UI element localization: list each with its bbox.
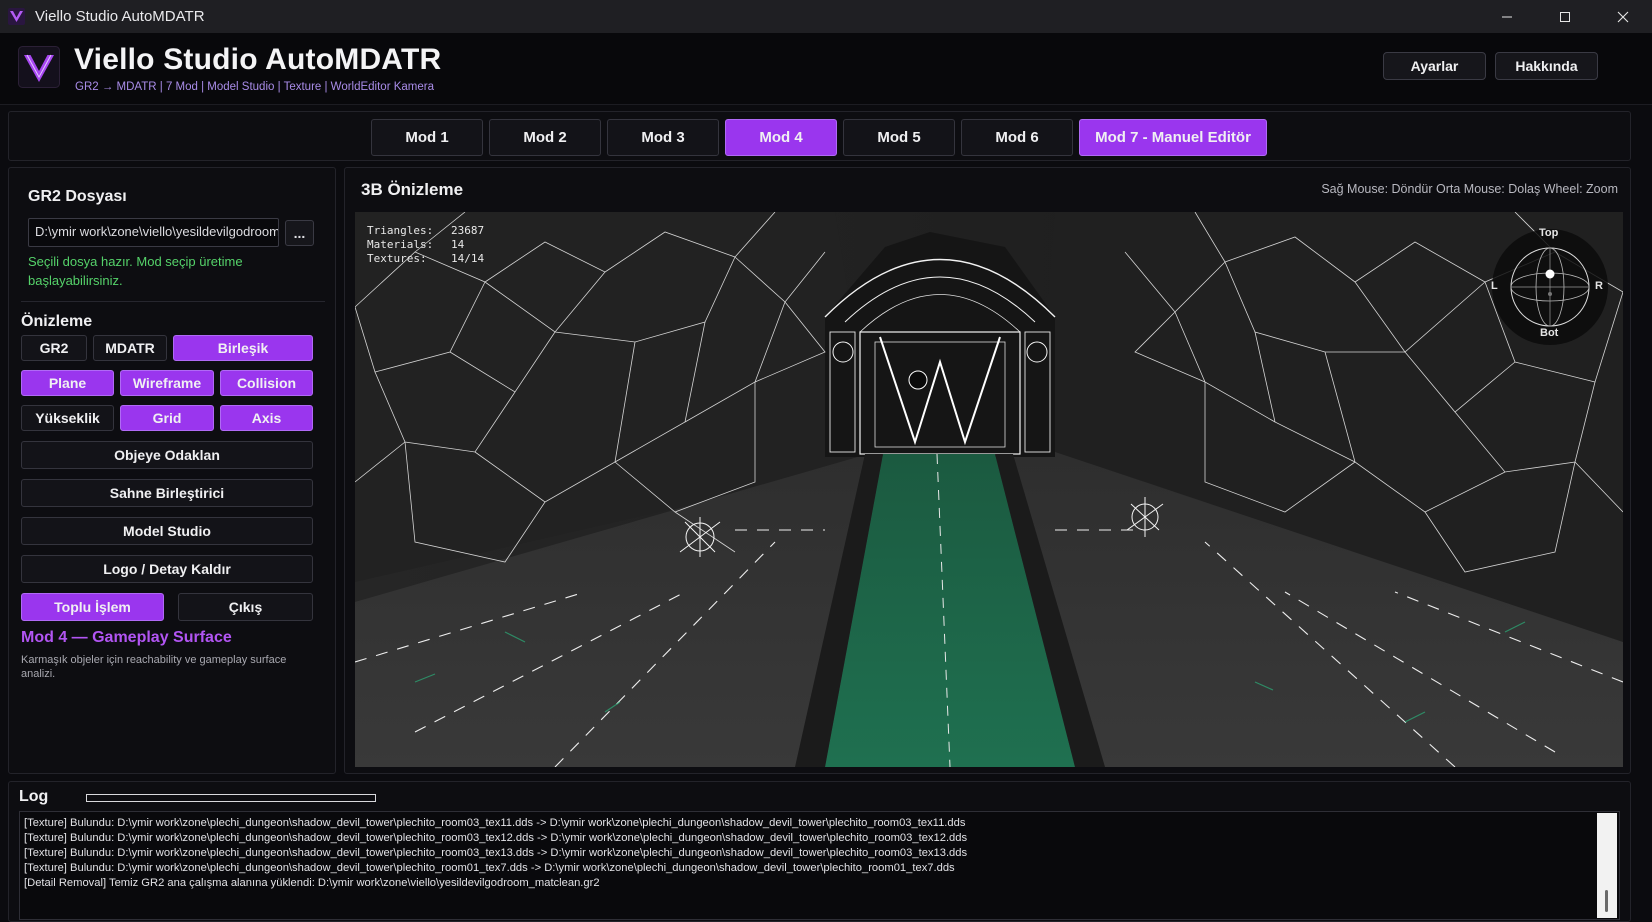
log-line: [Texture] Bulundu: D:\ymir work\zone\ple… [24, 847, 968, 859]
preview-title: 3B Önizleme [361, 180, 464, 199]
stat-value: 14/14 [451, 252, 485, 265]
settings-button[interactable]: Ayarlar [1383, 52, 1486, 80]
tab-mod-6[interactable]: Mod 6 [961, 119, 1073, 156]
section-divider [21, 301, 325, 302]
stat-label: Materials: [367, 238, 434, 251]
window-titlebar: Viello Studio AutoMDATR [0, 0, 1652, 33]
gizmo-top-label[interactable]: Top [1539, 227, 1558, 239]
scene-stats: Triangles: 23687 Materials: 14 Textures: 14… [367, 224, 484, 266]
mode-title: Mod 4 — Gameplay Surface [21, 629, 232, 646]
tab-mod-5[interactable]: Mod 5 [843, 119, 955, 156]
close-button[interactable] [1594, 0, 1652, 33]
gizmo-right-label[interactable]: R [1595, 280, 1603, 292]
close-icon [1617, 11, 1629, 22]
toggle-axis-button[interactable]: Axis [220, 405, 313, 431]
view-combined-button[interactable]: Birleşik [173, 335, 313, 361]
stat-label: Textures: [367, 252, 427, 265]
model-studio-button[interactable]: Model Studio [21, 517, 313, 545]
progress-bar [86, 794, 376, 802]
log-output[interactable]: [Texture] Bulundu: D:\ymir work\zone\ple… [19, 811, 1620, 920]
view-mdatr-button[interactable]: MDATR [93, 335, 167, 361]
stat-row: Textures: 14/14 [367, 252, 484, 266]
scrollbar-thumb[interactable] [1605, 890, 1608, 912]
toggle-wireframe-button[interactable]: Wireframe [120, 370, 214, 396]
app-header: Viello Studio AutoMDATR GR2 → MDATR | 7 … [0, 33, 1652, 105]
focus-object-button[interactable]: Objeye Odaklan [21, 441, 313, 469]
gr2-file-path-input[interactable]: D:\ymir work\zone\viello\yesildevilgodro… [28, 218, 279, 247]
minimize-icon [1502, 16, 1512, 17]
mode-bar: Mod 1 Mod 2 Mod 3 Mod 4 Mod 5 Mod 6 Mod … [8, 111, 1631, 161]
app-title: Viello Studio AutoMDATR [74, 43, 442, 76]
gizmo-left-label[interactable]: L [1491, 280, 1498, 292]
tab-mod-4[interactable]: Mod 4 [725, 119, 837, 156]
window-title: Viello Studio AutoMDATR [35, 8, 205, 25]
toggle-grid-button[interactable]: Grid [120, 405, 214, 431]
orientation-gizmo[interactable]: Top Bot L R [1487, 224, 1613, 350]
stat-row: Materials: 14 [367, 238, 484, 252]
file-heading: GR2 Dosyası [28, 188, 127, 205]
scene-render [355, 212, 1623, 767]
toggle-height-button[interactable]: Yükseklik [21, 405, 114, 431]
mouse-hints: Sağ Mouse: Döndür Orta Mouse: Dolaş Whee… [1321, 182, 1618, 196]
tab-mod-3[interactable]: Mod 3 [607, 119, 719, 156]
preview-heading: Önizleme [21, 313, 93, 330]
view-gr2-button[interactable]: GR2 [21, 335, 87, 361]
log-line: [Texture] Bulundu: D:\ymir work\zone\ple… [24, 862, 955, 874]
log-panel: Log [Texture] Bulundu: D:\ymir work\zone… [8, 781, 1631, 922]
stat-label: Triangles: [367, 224, 434, 237]
log-line: [Detail Removal] Temiz GR2 ana çalışma a… [24, 877, 600, 889]
file-status-message: Seçili dosya hazır. Mod seçip üretime ba… [28, 254, 243, 288]
app-logo-icon [8, 8, 25, 25]
log-line: [Texture] Bulundu: D:\ymir work\zone\ple… [24, 832, 968, 844]
log-line: [Texture] Bulundu: D:\ymir work\zone\ple… [24, 817, 966, 829]
brand-logo-icon [18, 46, 60, 88]
logo-detail-remove-button[interactable]: Logo / Detay Kaldır [21, 555, 313, 583]
maximize-button[interactable] [1536, 0, 1594, 33]
minimize-button[interactable] [1478, 0, 1536, 33]
batch-process-button[interactable]: Toplu İşlem [21, 593, 164, 621]
app-subtitle: GR2 → MDATR | 7 Mod | Model Studio | Tex… [75, 81, 434, 93]
3d-viewport[interactable]: Triangles: 23687 Materials: 14 Textures: 14… [355, 212, 1623, 767]
browse-file-button[interactable]: ... [285, 220, 314, 246]
mode-description: Karmaşık objeler için reachability ve ga… [21, 654, 287, 680]
log-scrollbar[interactable] [1597, 813, 1617, 918]
exit-button[interactable]: Çıkış [178, 593, 313, 621]
scene-merger-button[interactable]: Sahne Birleştirici [21, 479, 313, 507]
about-button[interactable]: Hakkında [1495, 52, 1598, 80]
stat-value: 23687 [451, 224, 485, 237]
log-title: Log [19, 788, 49, 805]
toggle-collision-button[interactable]: Collision [220, 370, 313, 396]
stat-value: 14 [451, 238, 465, 251]
control-panel: GR2 Dosyası D:\ymir work\zone\viello\yes… [8, 167, 336, 774]
maximize-icon [1560, 11, 1570, 22]
tab-mod-1[interactable]: Mod 1 [371, 119, 483, 156]
preview-panel: 3B Önizleme Sağ Mouse: Döndür Orta Mouse… [344, 167, 1631, 774]
tab-mod-2[interactable]: Mod 2 [489, 119, 601, 156]
stat-row: Triangles: 23687 [367, 224, 484, 238]
tab-mod-7-manual-editor[interactable]: Mod 7 - Manuel Editör [1079, 119, 1267, 156]
gizmo-bottom-label[interactable]: Bot [1540, 327, 1558, 339]
toggle-plane-button[interactable]: Plane [21, 370, 114, 396]
